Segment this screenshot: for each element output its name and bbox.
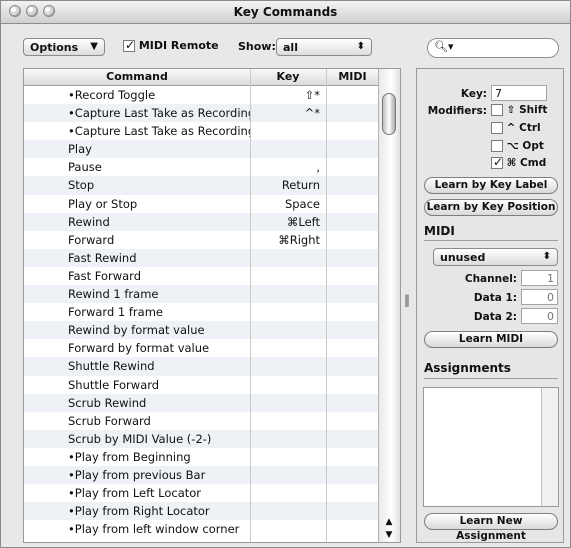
shift-checkbox[interactable] bbox=[491, 104, 503, 116]
show-filter-value: all bbox=[283, 41, 298, 54]
shift-label: ⇧ Shift bbox=[506, 104, 548, 116]
cell-command: Stop bbox=[68, 178, 95, 193]
cell-command: Pause bbox=[68, 160, 102, 175]
cell-key: ^* bbox=[304, 106, 320, 121]
key-field[interactable]: 7 bbox=[491, 85, 547, 101]
learn-by-key-label-button[interactable]: Learn by Key Label bbox=[424, 177, 558, 194]
data1-label: Data 1: bbox=[473, 292, 517, 304]
section-divider bbox=[424, 240, 558, 241]
channel-label: Channel: bbox=[464, 273, 517, 285]
scrollbar-thumb[interactable] bbox=[382, 93, 396, 135]
split-view-handle[interactable]: ‖ bbox=[404, 293, 410, 309]
cell-key: ⌘Left bbox=[286, 214, 320, 229]
opt-checkbox[interactable] bbox=[491, 140, 503, 152]
cell-key: ⌘Right bbox=[278, 232, 320, 247]
cell-command: Fast Forward bbox=[68, 268, 142, 283]
cell-command: Scrub Forward bbox=[68, 413, 151, 428]
key-label: Key: bbox=[460, 88, 487, 100]
cell-command: •Play from Right Locator bbox=[68, 504, 210, 519]
learn-new-assignment-button[interactable]: Learn New Assignment bbox=[424, 513, 558, 542]
cell-command: •Play from Left Locator bbox=[68, 486, 202, 501]
section-divider bbox=[424, 378, 558, 379]
cell-command: •Capture Last Take as Recording bbox=[68, 124, 250, 139]
chevron-down-icon: ▼ bbox=[90, 41, 98, 52]
column-divider bbox=[250, 69, 251, 542]
ctrl-checkbox[interactable] bbox=[491, 122, 503, 134]
options-menu[interactable]: Options ▼ bbox=[23, 38, 105, 56]
cell-key: Return bbox=[281, 178, 320, 193]
column-header-key[interactable]: Key bbox=[250, 70, 326, 83]
midi-remote-toggle[interactable]: MIDI Remote bbox=[123, 38, 219, 52]
cell-command: •Play from Beginning bbox=[68, 449, 191, 464]
cell-command: Play or Stop bbox=[68, 196, 138, 211]
cell-command: •Play from left window corner bbox=[68, 522, 240, 537]
cell-command: Rewind by format value bbox=[68, 323, 205, 338]
modifiers-label: Modifiers: bbox=[427, 105, 487, 117]
column-header-command[interactable]: Command bbox=[24, 70, 250, 83]
scroll-up-arrow[interactable]: ▲ bbox=[379, 516, 399, 528]
show-filter-select[interactable]: all ⬍ bbox=[276, 38, 372, 56]
midi-type-select[interactable]: unused ⬍ bbox=[433, 248, 558, 266]
channel-field[interactable]: 1 bbox=[521, 270, 558, 286]
learn-midi-button[interactable]: Learn MIDI bbox=[424, 331, 558, 348]
assignments-scrollbar[interactable] bbox=[541, 388, 558, 506]
assignments-section-title: Assignments bbox=[424, 361, 511, 375]
midi-remote-checkbox[interactable] bbox=[123, 38, 135, 52]
key-commands-window: Key Commands Options ▼ MIDI Remote Show:… bbox=[0, 0, 571, 548]
cell-command: Play bbox=[68, 142, 92, 157]
data2-label: Data 2: bbox=[473, 311, 517, 323]
options-menu-label: Options bbox=[30, 41, 79, 54]
modifier-opt[interactable]: ⌥ Opt bbox=[491, 140, 544, 152]
column-header-midi[interactable]: MIDI bbox=[326, 70, 379, 83]
ctrl-label: ^ Ctrl bbox=[506, 122, 541, 134]
opt-label: ⌥ Opt bbox=[506, 140, 544, 152]
learn-by-key-position-button[interactable]: Learn by Key Position bbox=[424, 199, 558, 216]
show-label: Show: bbox=[238, 40, 276, 53]
assignments-list[interactable] bbox=[423, 387, 559, 507]
midi-type-value: unused bbox=[440, 251, 486, 264]
cmd-checkbox[interactable] bbox=[491, 155, 503, 169]
search-field[interactable]: 🔍︎▾ bbox=[427, 38, 559, 58]
updown-arrows-icon: ⬍ bbox=[542, 251, 551, 262]
cell-command: Rewind bbox=[68, 214, 110, 229]
cmd-label: ⌘ Cmd bbox=[506, 157, 547, 169]
cell-command: Shuttle Rewind bbox=[68, 359, 155, 374]
data1-field[interactable]: 0 bbox=[521, 289, 558, 305]
cell-key: ⇧* bbox=[304, 88, 320, 102]
cell-command: Forward bbox=[68, 232, 115, 247]
cell-command: Scrub by MIDI Value (-2-) bbox=[68, 431, 212, 446]
scroll-down-arrow[interactable]: ▼ bbox=[379, 529, 399, 541]
command-table: Command Key MIDI •Record Toggle ⇧* •Captur… bbox=[23, 68, 401, 543]
column-divider bbox=[326, 69, 327, 542]
cell-command: Forward by format value bbox=[68, 341, 210, 356]
cell-key: , bbox=[316, 160, 320, 175]
updown-arrows-icon: ⬍ bbox=[356, 41, 365, 52]
title-bar[interactable]: Key Commands bbox=[1, 1, 570, 24]
midi-remote-label: MIDI Remote bbox=[138, 39, 219, 52]
midi-section-title: MIDI bbox=[424, 224, 455, 238]
window-title: Key Commands bbox=[233, 5, 338, 19]
cell-command: Scrub Rewind bbox=[68, 395, 147, 410]
cell-command: •Capture Last Take as Recording bbox=[68, 106, 250, 121]
cell-command: Fast Rewind bbox=[68, 250, 137, 265]
cell-command: Rewind 1 frame bbox=[68, 287, 159, 302]
modifier-ctrl[interactable]: ^ Ctrl bbox=[491, 122, 541, 134]
cell-command: Shuttle Forward bbox=[68, 377, 160, 392]
search-icon[interactable]: 🔍︎▾ bbox=[434, 40, 454, 53]
cell-key: Space bbox=[284, 196, 320, 211]
table-scrollbar[interactable]: ▲ ▼ bbox=[378, 69, 400, 542]
modifier-shift[interactable]: ⇧ Shift bbox=[491, 104, 547, 116]
data2-field[interactable]: 0 bbox=[521, 308, 558, 324]
cell-command: Forward 1 frame bbox=[68, 305, 163, 320]
modifier-cmd[interactable]: ⌘ Cmd bbox=[491, 155, 547, 169]
cell-command: •Record Toggle bbox=[68, 88, 156, 102]
cell-command: •Play from previous Bar bbox=[68, 467, 206, 482]
